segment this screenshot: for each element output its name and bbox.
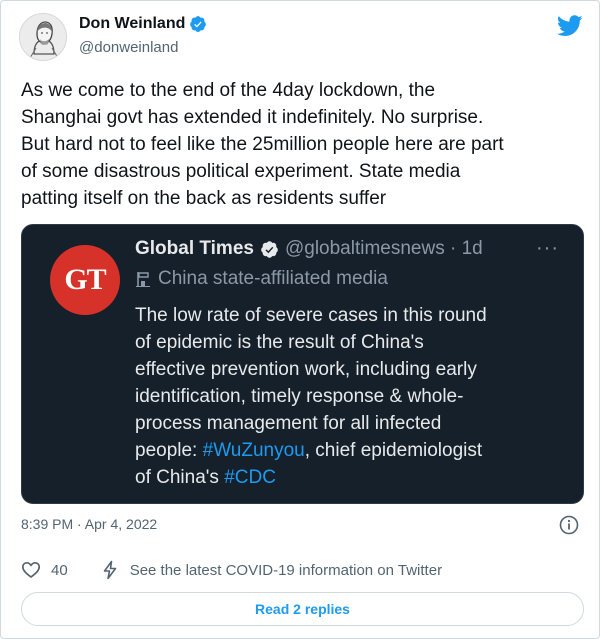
author-handle[interactable]: @donweinland bbox=[79, 39, 178, 56]
quoted-tweet-text: The low rate of severe cases in this rou… bbox=[135, 302, 575, 491]
quoted-text-line: of China's #CDC bbox=[135, 464, 575, 491]
covid-info-text: See the latest COVID-19 information on T… bbox=[129, 561, 443, 579]
twitter-bird-icon[interactable] bbox=[557, 15, 583, 37]
quoted-text-line: effective prevention work, including ear… bbox=[135, 359, 477, 380]
like-button[interactable]: 40 bbox=[21, 560, 68, 580]
read-replies-button[interactable]: Read 2 replies bbox=[21, 592, 584, 626]
verified-badge-icon bbox=[261, 240, 278, 258]
tweet-text: As we come to the end of the 4day lockdo… bbox=[21, 77, 589, 212]
quoted-tweet[interactable]: GT Global Times @globaltimesnews · 1d ··… bbox=[21, 224, 584, 504]
global-times-logo[interactable]: GT bbox=[50, 245, 120, 315]
tweet-actions: 40 See the latest COVID-19 information o… bbox=[21, 560, 442, 580]
info-icon[interactable] bbox=[559, 515, 579, 535]
hashtag-cdc[interactable]: #CDC bbox=[224, 467, 276, 488]
tweet-text-line: patting itself on the back as residents … bbox=[21, 188, 387, 209]
quoted-text-line: The low rate of severe cases in this rou… bbox=[135, 305, 487, 326]
tweet-text-line: Shanghai govt has extended it indefinite… bbox=[21, 107, 484, 128]
more-dots-icon[interactable]: ··· bbox=[536, 237, 559, 260]
tweet-text-line: But hard not to feel like the 25million … bbox=[21, 134, 504, 155]
quoted-text-line: of epidemic is the result of China's bbox=[135, 332, 424, 353]
author-name[interactable]: Don Weinland bbox=[79, 15, 185, 33]
author-avatar[interactable] bbox=[19, 13, 67, 61]
covid-info-link[interactable]: See the latest COVID-19 information on T… bbox=[100, 560, 442, 580]
tweet-text-line: As we come to the end of the 4day lockdo… bbox=[21, 80, 436, 101]
quoted-header: Global Times @globaltimesnews · 1d bbox=[135, 238, 483, 260]
quoted-handle-time[interactable]: @globaltimesnews · 1d bbox=[285, 238, 483, 260]
state-media-label-text: China state-affiliated media bbox=[158, 268, 388, 289]
state-media-label[interactable]: China state-affiliated media bbox=[135, 268, 388, 290]
global-times-logo-text: GT bbox=[64, 263, 106, 296]
quoted-author-name[interactable]: Global Times bbox=[135, 238, 254, 260]
hashtag-wuzunyou[interactable]: #WuZunyou bbox=[203, 440, 305, 461]
quoted-text-line: process management for all infected bbox=[135, 413, 442, 434]
author-name-row[interactable]: Don Weinland bbox=[79, 15, 207, 33]
media-label-icon bbox=[136, 272, 150, 287]
verified-badge-icon bbox=[190, 16, 207, 32]
like-count: 40 bbox=[51, 561, 68, 579]
quoted-text-segment: people: bbox=[135, 440, 203, 461]
tweet-text-line: of some disastrous political experiment.… bbox=[21, 161, 461, 182]
tweet-timestamp[interactable]: 8:39 PM · Apr 4, 2022 bbox=[21, 516, 157, 532]
quoted-text-segment: , chief epidemiologist bbox=[304, 440, 483, 461]
heart-icon bbox=[21, 561, 41, 579]
tweet-card: Don Weinland @donweinland As we come to … bbox=[0, 0, 600, 639]
lightning-icon bbox=[103, 560, 116, 580]
quoted-text-line: identification, timely response & whole- bbox=[135, 386, 464, 407]
quoted-text-segment: of China's bbox=[135, 467, 225, 488]
quoted-text-line: people: #WuZunyou, chief epidemiologist bbox=[135, 437, 575, 464]
